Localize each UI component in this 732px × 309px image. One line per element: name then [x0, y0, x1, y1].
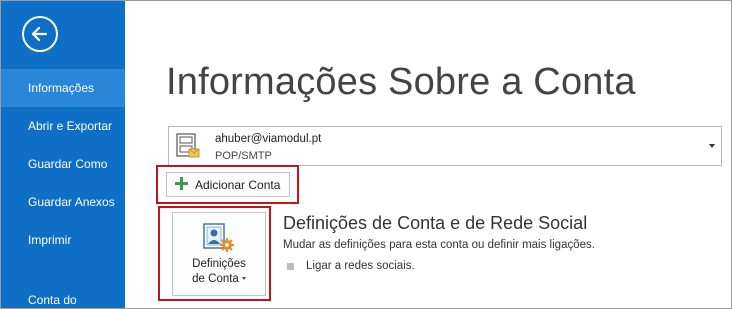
- section-description: Mudar as definições para esta conta ou d…: [283, 239, 595, 251]
- sidebar-item-guardar-anexos[interactable]: Guardar Anexos: [1, 183, 125, 221]
- account-settings-icon: [203, 223, 234, 252]
- add-account-button[interactable]: Adicionar Conta: [166, 172, 290, 197]
- bullet-icon: [287, 263, 294, 270]
- sidebar-item-conta[interactable]: Conta do: [1, 281, 125, 308]
- account-card-icon: [176, 133, 200, 158]
- account-settings-label-line2-wrap: de Conta: [173, 272, 265, 286]
- account-type: POP/SMTP: [215, 150, 272, 162]
- outlook-backstage-window: Informações Abrir e Exportar Guardar Com…: [0, 0, 732, 309]
- account-settings-button[interactable]: Definições de Conta: [172, 212, 266, 296]
- add-account-label: Adicionar Conta: [195, 178, 281, 192]
- page-title: Informações Sobre a Conta: [166, 61, 636, 103]
- account-settings-label-line1: Definições: [192, 258, 246, 270]
- back-button[interactable]: [22, 16, 58, 52]
- section-title: Definições de Conta e de Rede Social: [283, 213, 588, 233]
- plus-icon: [175, 177, 188, 190]
- social-networks-link: Ligar a redes sociais.: [306, 260, 415, 272]
- sidebar-item-abrir-exportar[interactable]: Abrir e Exportar: [1, 107, 125, 145]
- chevron-down-icon[interactable]: [709, 144, 715, 148]
- account-email: ahuber@viamodul.pt: [215, 133, 322, 145]
- sidebar-item-guardar-como[interactable]: Guardar Como: [1, 145, 125, 183]
- back-arrow-icon: [31, 26, 48, 42]
- account-settings-label-line2: de Conta: [192, 273, 239, 285]
- chevron-down-icon: [241, 277, 246, 281]
- sidebar-item-informacoes[interactable]: Informações: [1, 69, 125, 107]
- sidebar-item-imprimir[interactable]: Imprimir: [1, 221, 125, 259]
- backstage-sidebar: Informações Abrir e Exportar Guardar Com…: [1, 1, 125, 308]
- account-selector[interactable]: ahuber@viamodul.pt POP/SMTP: [168, 126, 722, 166]
